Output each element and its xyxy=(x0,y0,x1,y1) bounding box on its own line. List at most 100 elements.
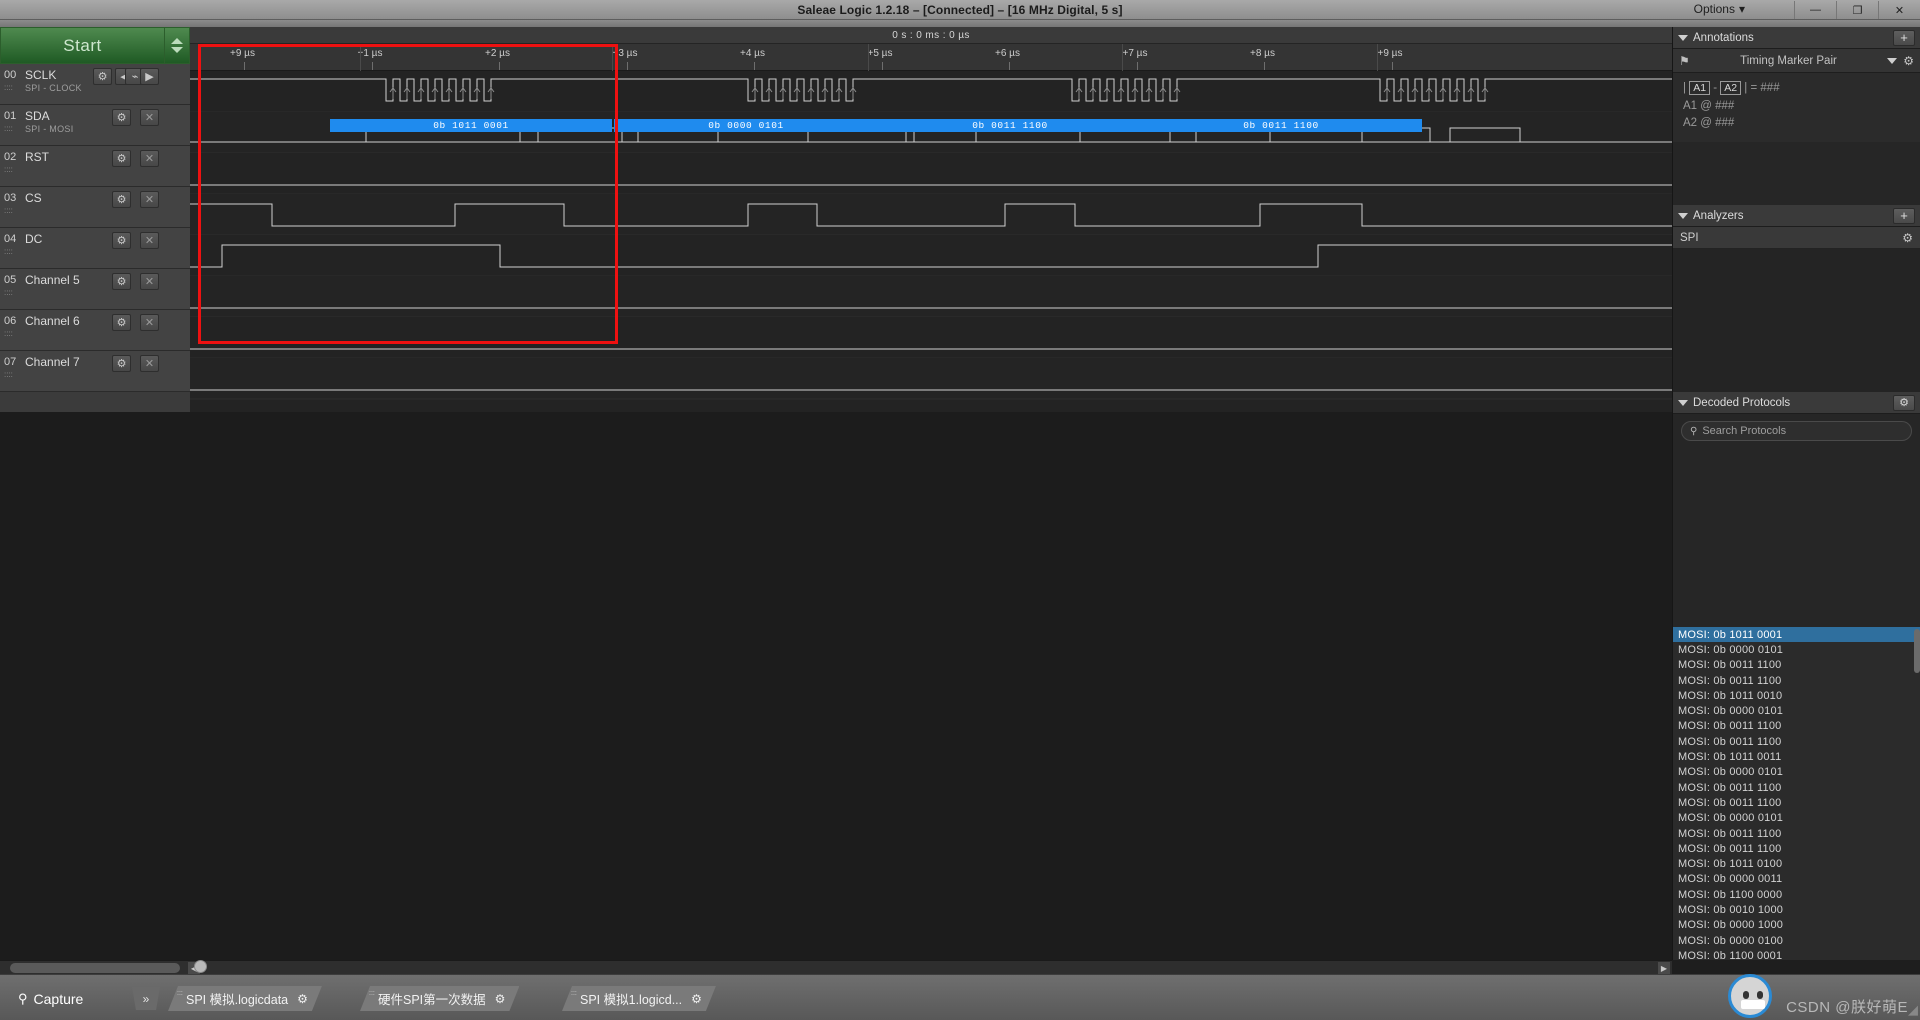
close-icon[interactable]: ✕ xyxy=(140,232,159,249)
protocol-row[interactable]: MOSI: 0b 0011 1100 xyxy=(1673,841,1920,856)
protocol-row[interactable]: MOSI: 0b 0000 0101 xyxy=(1673,642,1920,657)
tab-drag-handle-icon[interactable]: ::: xyxy=(369,991,375,996)
add-annotation-button[interactable]: + xyxy=(1893,29,1915,46)
decoded-data-bar[interactable]: 0b 0011 1100 xyxy=(1140,119,1422,132)
protocol-row[interactable]: MOSI: 0b 0011 1100 xyxy=(1673,658,1920,673)
channel-name[interactable]: SCLK xyxy=(25,68,56,82)
channel-name[interactable]: DC xyxy=(25,232,42,246)
restore-button[interactable]: ❐ xyxy=(1836,1,1878,19)
caret-down-icon[interactable] xyxy=(1678,399,1688,406)
waveform-graph[interactable]: 0 s : 0 ms : 0 µs +9 µs +1 µs +2 µs +3 µs +4… xyxy=(190,27,1672,412)
decoded-data-bar[interactable]: 0b 0000 0101 xyxy=(614,119,878,132)
protocol-row[interactable]: MOSI: 0b 1100 0000 xyxy=(1673,887,1920,902)
decoded-protocol-list[interactable]: MOSI: 0b 1011 0001 MOSI: 0b 0000 0101 MOSI… xyxy=(1673,627,1920,960)
protocol-row[interactable]: MOSI: 0b 1011 0001 xyxy=(1673,627,1920,643)
zoom-slider-knob[interactable] xyxy=(194,960,207,973)
channel-name[interactable]: CS xyxy=(25,191,42,205)
decoded-protocols-header[interactable]: Decoded Protocols ⚙ xyxy=(1673,392,1920,414)
gear-icon[interactable]: ⚙ xyxy=(1902,231,1913,245)
marker-dropdown-caret-icon[interactable] xyxy=(1887,57,1898,64)
caret-down-icon[interactable] xyxy=(1678,34,1688,41)
capture-spinner[interactable] xyxy=(165,27,190,64)
expand-tabs-button[interactable]: » xyxy=(132,987,160,1010)
protocol-row[interactable]: MOSI: 0b 0011 1100 xyxy=(1673,780,1920,795)
channel-row-channel-5[interactable]: 05:::: Channel 5 ⚙ ✕ xyxy=(0,269,190,310)
gear-icon[interactable]: ⚙ xyxy=(495,992,506,1006)
protocol-row[interactable]: MOSI: 0b 0011 1100 xyxy=(1673,795,1920,810)
gear-icon[interactable]: ⚙ xyxy=(112,273,131,290)
drag-handle-icon[interactable]: :::: xyxy=(4,166,13,174)
arrow-up-icon[interactable] xyxy=(171,38,183,44)
protocol-row[interactable]: MOSI: 0b 1100 0001 xyxy=(1673,948,1920,960)
channel-row-channel-6[interactable]: 06:::: Channel 6 ⚙ ✕ xyxy=(0,310,190,351)
arrow-down-icon[interactable] xyxy=(171,47,183,53)
time-ruler[interactable]: +9 µs +1 µs +2 µs +3 µs +4 µs +5 µs +6 µs +7 µs… xyxy=(190,44,1672,71)
protocol-row[interactable]: MOSI: 0b 1011 0011 xyxy=(1673,749,1920,764)
protocol-row[interactable]: MOSI: 0b 0000 0100 xyxy=(1673,933,1920,948)
channel-name[interactable]: Channel 7 xyxy=(25,355,80,369)
close-icon[interactable]: ✕ xyxy=(140,314,159,331)
channel-row-rst[interactable]: 02:::: RST ⚙ ✕ xyxy=(0,146,190,187)
resize-grip-icon[interactable]: ◢ xyxy=(1908,1002,1918,1018)
channel-name[interactable]: Channel 5 xyxy=(25,273,80,287)
minimize-button[interactable]: — xyxy=(1794,1,1836,19)
close-icon[interactable]: ✕ xyxy=(140,150,159,167)
channel-row-sda[interactable]: 01:::: SDA SPI - MOSI ⚙ ✕ xyxy=(0,105,190,146)
channel-name[interactable]: SDA xyxy=(25,109,50,123)
file-tab[interactable]: ::: SPI 模拟.logicdata ⚙ xyxy=(168,986,322,1011)
analyzers-header[interactable]: Analyzers + xyxy=(1673,205,1920,227)
scroll-thumb[interactable] xyxy=(10,963,180,973)
protocol-row[interactable]: MOSI: 0b 0010 1000 xyxy=(1673,902,1920,917)
drag-handle-icon[interactable]: :::: xyxy=(4,125,13,133)
protocol-row[interactable]: MOSI: 0b 0011 1100 xyxy=(1673,673,1920,688)
gear-icon[interactable]: ⚙ xyxy=(297,992,308,1006)
protocol-row[interactable]: MOSI: 0b 0011 1100 xyxy=(1673,719,1920,734)
add-analyzer-button[interactable]: + xyxy=(1893,207,1915,224)
gear-icon[interactable]: ⚙ xyxy=(93,68,112,85)
file-tab[interactable]: ::: 硬件SPI第一次数据 ⚙ xyxy=(360,986,519,1011)
drag-handle-icon[interactable]: :::: xyxy=(4,371,13,379)
channel-row-channel-7[interactable]: 07:::: Channel 7 ⚙ ✕ xyxy=(0,351,190,392)
protocol-row[interactable]: MOSI: 0b 0000 0011 xyxy=(1673,872,1920,887)
gear-icon[interactable]: ⚙ xyxy=(112,314,131,331)
start-button[interactable]: Start xyxy=(0,27,165,64)
close-icon[interactable]: ✕ xyxy=(140,273,159,290)
protocol-row[interactable]: MOSI: 0b 1011 0100 xyxy=(1673,856,1920,871)
channel-row-sclk[interactable]: 00::::SCLKSPI - CLOCK⚙◀⌁▶ xyxy=(0,64,190,105)
drag-handle-icon[interactable]: :::: xyxy=(4,248,13,256)
close-icon[interactable]: ✕ xyxy=(140,109,159,126)
protocol-row[interactable]: MOSI: 0b 0011 1100 xyxy=(1673,826,1920,841)
analyzer-row-spi[interactable]: SPI ⚙ xyxy=(1673,227,1920,249)
protocol-list-scrollbar[interactable] xyxy=(1914,629,1920,673)
tab-drag-handle-icon[interactable]: ::: xyxy=(571,991,577,996)
protocol-row[interactable]: MOSI: 0b 0000 1000 xyxy=(1673,918,1920,933)
drag-handle-icon[interactable]: :::: xyxy=(4,84,13,92)
gear-icon[interactable]: ⚙ xyxy=(112,191,131,208)
decoded-data-bar[interactable]: 0b 0011 1100 xyxy=(878,119,1142,132)
gear-icon[interactable]: ⚙ xyxy=(691,992,702,1006)
next-edge-icon[interactable]: ▶ xyxy=(140,68,159,85)
caret-down-icon[interactable] xyxy=(1678,212,1688,219)
close-button[interactable]: ✕ xyxy=(1878,1,1920,19)
decoded-protocols-gear-icon[interactable]: ⚙ xyxy=(1893,394,1915,411)
annotations-header[interactable]: Annotations + xyxy=(1673,27,1920,49)
channel-row-dc[interactable]: 04:::: DC ⚙ ✕ xyxy=(0,228,190,269)
channel-name[interactable]: Channel 6 xyxy=(25,314,80,328)
timing-marker-pair-row[interactable]: ⚑ Timing Marker Pair ⚙ xyxy=(1673,49,1920,73)
decoded-data-bar[interactable]: 0b 1011 0001 xyxy=(330,119,612,132)
capture-button[interactable]: ⚲ Capture xyxy=(18,985,83,1012)
marker-gear-icon[interactable]: ⚙ xyxy=(1903,54,1914,68)
gear-icon[interactable]: ⚙ xyxy=(112,232,131,249)
gear-icon[interactable]: ⚙ xyxy=(112,109,131,126)
search-protocols-box[interactable]: ⚲ Search Protocols xyxy=(1681,421,1912,441)
protocol-row[interactable]: MOSI: 0b 1011 0010 xyxy=(1673,688,1920,703)
drag-handle-icon[interactable]: :::: xyxy=(4,289,13,297)
drag-handle-icon[interactable]: :::: xyxy=(4,330,13,338)
file-tab[interactable]: ::: SPI 模拟1.logicd... ⚙ xyxy=(562,986,716,1011)
gear-icon[interactable]: ⚙ xyxy=(112,150,131,167)
tab-drag-handle-icon[interactable]: ::: xyxy=(177,991,183,996)
close-icon[interactable]: ✕ xyxy=(140,355,159,372)
drag-handle-icon[interactable]: :::: xyxy=(4,207,13,215)
protocol-row[interactable]: MOSI: 0b 0000 0101 xyxy=(1673,811,1920,826)
options-menu[interactable]: Options ▾ xyxy=(1694,2,1745,16)
